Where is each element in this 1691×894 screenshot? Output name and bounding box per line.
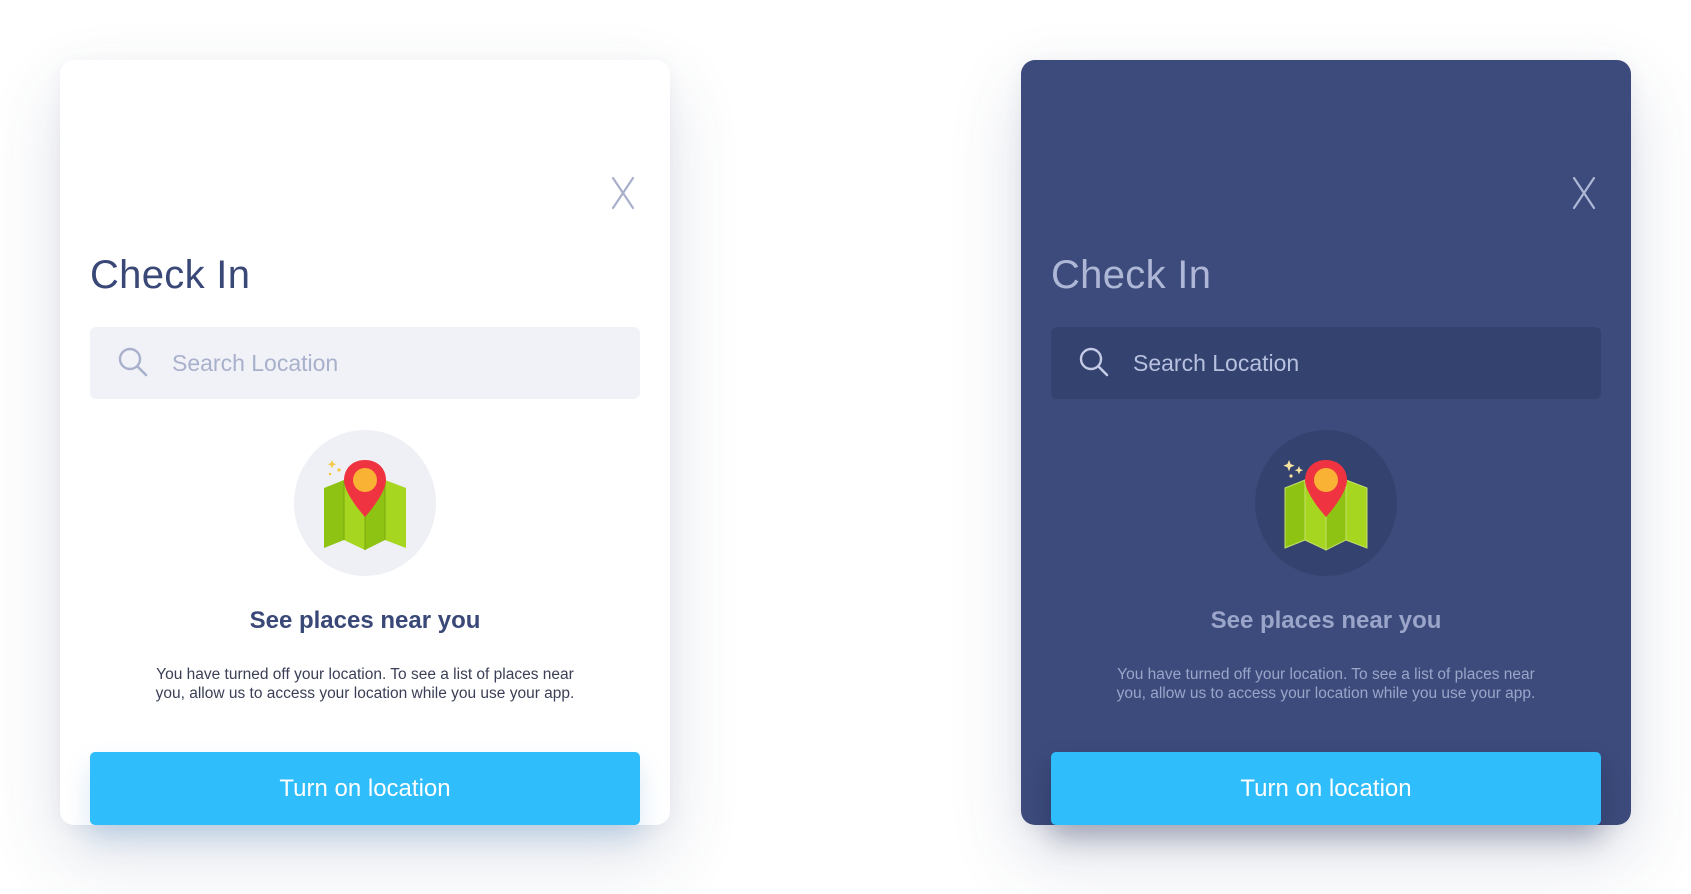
close-icon bbox=[1572, 176, 1596, 210]
search-input[interactable] bbox=[172, 349, 612, 377]
modal-title: Check In bbox=[90, 253, 251, 297]
location-illustration bbox=[294, 430, 436, 576]
check-in-modal-dark: Check In See places near you You have tu… bbox=[1021, 60, 1631, 825]
close-button[interactable] bbox=[1571, 176, 1597, 210]
location-illustration bbox=[1255, 430, 1397, 576]
close-icon bbox=[611, 176, 635, 210]
section-heading: See places near you bbox=[1210, 607, 1442, 634]
description-text: You have turned off your location. To se… bbox=[1116, 666, 1536, 702]
search-icon bbox=[118, 347, 148, 377]
search-field[interactable] bbox=[90, 327, 640, 399]
search-input[interactable] bbox=[1133, 349, 1573, 377]
turn-on-location-button[interactable]: Turn on location bbox=[90, 752, 640, 825]
search-icon bbox=[1079, 347, 1109, 377]
modal-title: Check In bbox=[1051, 253, 1212, 297]
close-button[interactable] bbox=[610, 176, 636, 210]
section-heading: See places near you bbox=[249, 607, 481, 634]
map-pin-icon bbox=[324, 460, 406, 550]
turn-on-location-button[interactable]: Turn on location bbox=[1051, 752, 1601, 825]
map-pin-icon bbox=[1283, 460, 1368, 551]
search-field[interactable] bbox=[1051, 327, 1601, 399]
check-in-modal-light: Check In See places bbox=[60, 60, 670, 825]
description-text: You have turned off your location. To se… bbox=[155, 666, 575, 702]
